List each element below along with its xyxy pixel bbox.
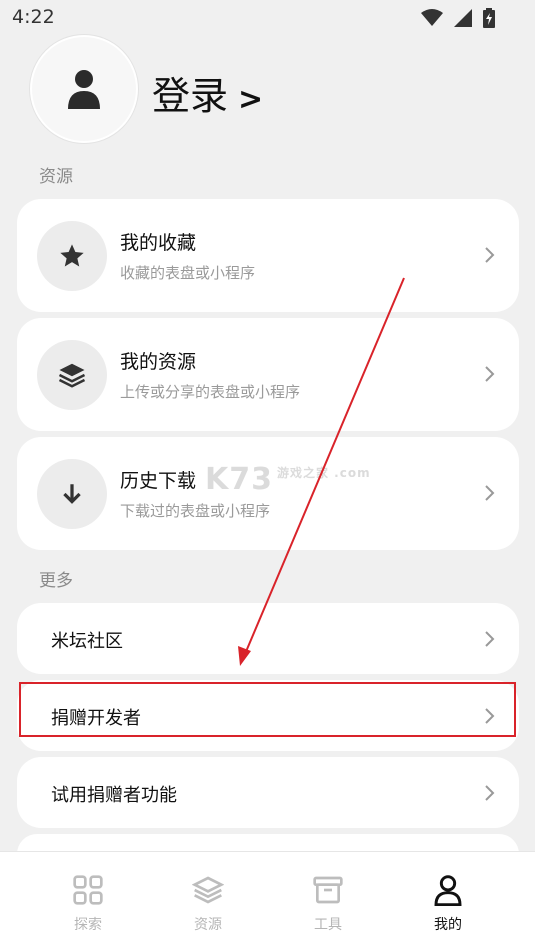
section-label-resources: 资源: [39, 167, 73, 187]
grid-icon: [73, 875, 103, 905]
card-favorites[interactable]: 我的收藏 收藏的表盘或小程序: [17, 199, 519, 312]
resources-icon-circle: [37, 340, 107, 410]
status-bar: 4:22: [0, 0, 535, 36]
chevron-right-icon: [485, 785, 495, 801]
layers-icon: [191, 876, 225, 904]
nav-label: 探索: [74, 917, 102, 933]
card-title: 我的收藏: [120, 232, 197, 254]
card-subtitle: 下载过的表盘或小程序: [120, 502, 271, 520]
nav-label: 我的: [434, 917, 462, 933]
card-title: 我的资源: [120, 351, 197, 373]
highlight-box: [19, 682, 516, 737]
login-arrow: >: [238, 82, 264, 117]
favorites-icon-circle: [37, 221, 107, 291]
chevron-right-icon: [485, 366, 495, 382]
person-icon: [434, 875, 462, 907]
nav-resources[interactable]: 资源: [158, 874, 258, 934]
item-title: 试用捐赠者功能: [51, 785, 177, 806]
chevron-right-icon: [485, 631, 495, 647]
item-try-donor-features[interactable]: 试用捐赠者功能: [17, 757, 519, 828]
card-subtitle: 上传或分享的表盘或小程序: [120, 383, 301, 401]
nav-explore[interactable]: 探索: [38, 874, 138, 934]
item-title: 米坛社区: [51, 631, 123, 652]
watermark: K73 游戏之家 .com: [205, 462, 371, 497]
status-time: 4:22: [12, 6, 55, 28]
download-icon-circle: [37, 459, 107, 529]
card-title: 历史下载: [120, 470, 197, 492]
login-link[interactable]: 登录 >: [152, 65, 263, 120]
login-label: 登录: [152, 74, 229, 118]
card-subtitle: 收藏的表盘或小程序: [120, 264, 256, 282]
item-mitan-community[interactable]: 米坛社区: [17, 603, 519, 674]
person-icon: [68, 70, 100, 109]
chevron-right-icon: [485, 485, 495, 501]
toolbox-icon: [313, 876, 343, 904]
chevron-right-icon: [485, 247, 495, 263]
watermark-sub: 游戏之家 .com: [277, 466, 371, 480]
card-my-resources[interactable]: 我的资源 上传或分享的表盘或小程序: [17, 318, 519, 431]
nav-tools[interactable]: 工具: [278, 874, 378, 934]
avatar[interactable]: [30, 35, 138, 143]
star-icon: [60, 244, 84, 267]
download-icon: [63, 484, 81, 504]
nav-label: 资源: [194, 917, 222, 933]
section-label-more: 更多: [39, 571, 73, 591]
bottom-nav: 探索 资源 工具 我的: [0, 851, 535, 952]
cell-signal-icon: [453, 8, 472, 27]
battery-icon: [483, 7, 495, 28]
nav-me[interactable]: 我的: [398, 874, 498, 934]
layers-icon: [58, 363, 86, 388]
watermark-text: K73: [205, 462, 273, 497]
wifi-icon: [420, 8, 443, 26]
nav-label: 工具: [314, 917, 342, 933]
status-icons: [415, 7, 495, 28]
